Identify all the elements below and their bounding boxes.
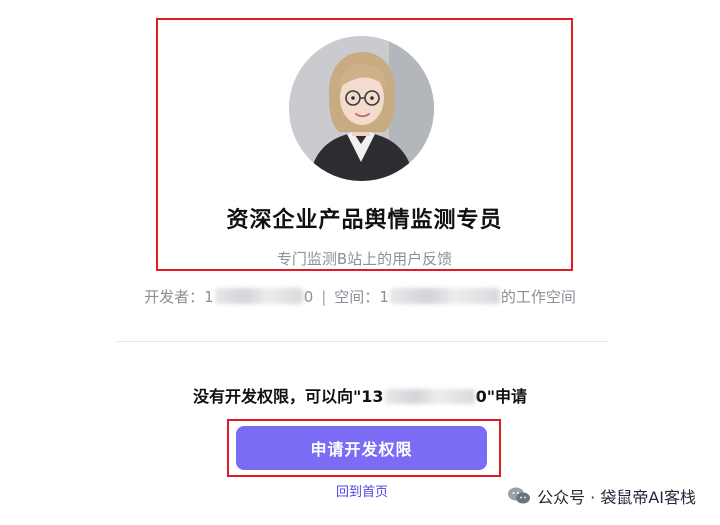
agent-meta-line: 开发者：1 0 | 空间：1 的工作空间 — [100, 286, 620, 307]
agent-avatar — [289, 36, 434, 181]
developer-name-start: 1 — [204, 288, 214, 306]
space-label: 空间： — [334, 288, 380, 306]
no-permission-message: 没有开发权限，可以向"13 0"申请 — [100, 383, 620, 407]
no-permission-text-end: 0"申请 — [475, 387, 528, 406]
redacted-space — [389, 288, 500, 304]
redacted-developer — [214, 288, 303, 304]
watermark-text: 公众号 · 袋鼠帝AI客栈 — [537, 488, 696, 507]
developer-label: 开发者： — [144, 288, 205, 306]
apply-permission-button[interactable]: 申请开发权限 — [236, 426, 487, 470]
developer-name-end: 0 — [303, 288, 314, 306]
space-name-end: 的工作空间 — [500, 288, 576, 306]
no-permission-text-start: 没有开发权限，可以向"13 — [192, 387, 384, 406]
agent-subtitle: 专门监测B站上的用户反馈 — [276, 250, 453, 268]
agent-title: 资深企业产品舆情监测专员 — [226, 208, 503, 233]
section-divider — [116, 341, 608, 342]
space-name-start: 1 — [379, 288, 389, 306]
meta-separator: | — [321, 288, 327, 306]
wechat-icon — [508, 487, 531, 504]
redacted-phone — [384, 389, 475, 404]
watermark: 公众号 · 袋鼠帝AI客栈 — [507, 484, 696, 508]
back-home-link[interactable]: 回到首页 — [300, 481, 424, 500]
